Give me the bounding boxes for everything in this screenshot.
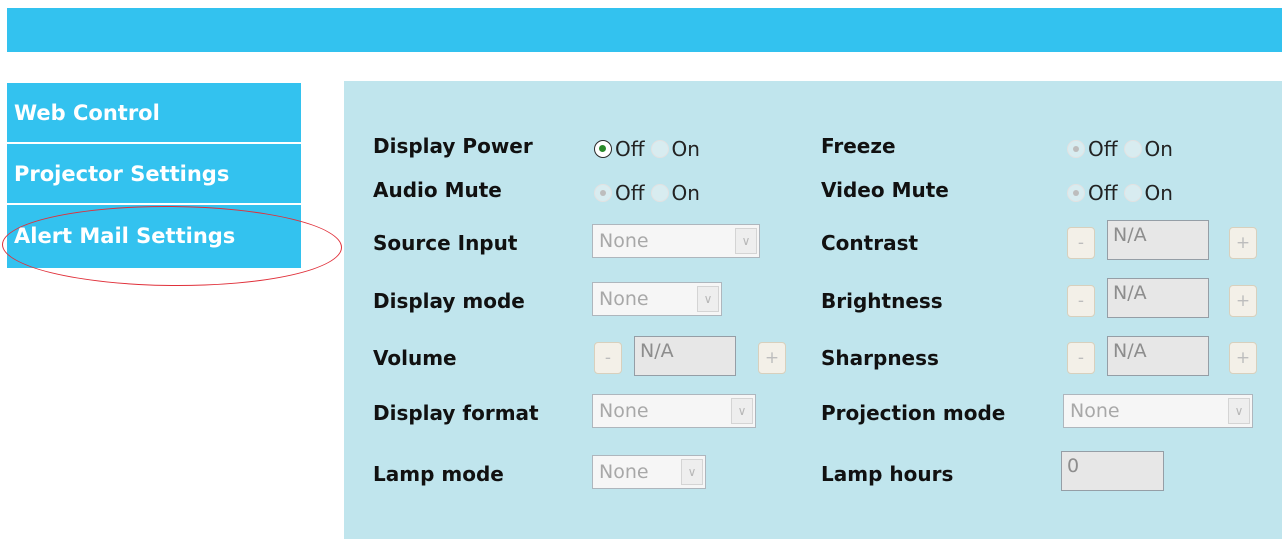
brightness-label: Brightness: [821, 289, 943, 313]
video-mute-on-label: On: [1144, 181, 1173, 205]
audio-mute-off-radio[interactable]: [594, 184, 612, 202]
projection-mode-label: Projection mode: [821, 401, 1006, 425]
display-mode-value: None: [599, 288, 649, 310]
source-input-value: None: [599, 230, 649, 252]
sidebar-item-projector-settings[interactable]: Projector Settings: [7, 144, 301, 205]
volume-label: Volume: [373, 346, 457, 370]
video-mute-off-label: Off: [1088, 181, 1118, 205]
contrast-decrease-button[interactable]: -: [1067, 227, 1095, 259]
contrast-increase-button[interactable]: +: [1229, 227, 1257, 259]
display-power-off-radio[interactable]: [594, 140, 612, 158]
source-input-select[interactable]: None ∨: [592, 224, 760, 258]
projection-mode-value: None: [1070, 400, 1120, 422]
display-power-label: Display Power: [373, 134, 533, 158]
source-input-label: Source Input: [373, 231, 518, 255]
display-format-value: None: [599, 400, 649, 422]
display-format-select[interactable]: None ∨: [592, 394, 756, 428]
sharpness-increase-button[interactable]: +: [1229, 342, 1257, 374]
brightness-decrease-button[interactable]: -: [1067, 285, 1095, 317]
video-mute-on-radio[interactable]: [1123, 184, 1142, 202]
audio-mute-radio-group: Off On: [594, 181, 706, 205]
audio-mute-on-radio[interactable]: [650, 184, 669, 202]
sharpness-label: Sharpness: [821, 346, 939, 370]
display-power-off-label: Off: [615, 137, 645, 161]
lamp-mode-value: None: [599, 461, 649, 483]
display-power-on-label: On: [671, 137, 700, 161]
volume-increase-button[interactable]: +: [758, 342, 786, 374]
volume-value-field[interactable]: N/A: [634, 336, 736, 376]
brightness-increase-button[interactable]: +: [1229, 285, 1257, 317]
lamp-mode-select[interactable]: None ∨: [592, 455, 706, 489]
chevron-down-icon: ∨: [681, 459, 703, 485]
volume-decrease-button[interactable]: -: [594, 342, 622, 374]
chevron-down-icon: ∨: [731, 398, 753, 424]
lamp-mode-label: Lamp mode: [373, 462, 504, 486]
sharpness-value-field[interactable]: N/A: [1107, 336, 1209, 376]
freeze-off-radio[interactable]: [1067, 140, 1085, 158]
sidebar-nav: Web Control Projector Settings Alert Mai…: [7, 83, 301, 268]
freeze-off-label: Off: [1088, 137, 1118, 161]
audio-mute-off-label: Off: [615, 181, 645, 205]
sidebar-item-alert-mail-settings[interactable]: Alert Mail Settings: [7, 205, 301, 268]
chevron-down-icon: ∨: [1228, 398, 1250, 424]
brightness-value-field[interactable]: N/A: [1107, 278, 1209, 318]
display-power-on-radio[interactable]: [650, 140, 669, 158]
contrast-label: Contrast: [821, 231, 919, 255]
sidebar-item-web-control[interactable]: Web Control: [7, 83, 301, 144]
display-mode-label: Display mode: [373, 289, 525, 313]
freeze-radio-group: Off On: [1067, 137, 1179, 161]
lamp-hours-field[interactable]: 0: [1061, 451, 1164, 491]
freeze-label: Freeze: [821, 134, 896, 158]
header-bar: [7, 8, 1282, 52]
video-mute-off-radio[interactable]: [1067, 184, 1085, 202]
display-mode-select[interactable]: None ∨: [592, 282, 722, 316]
chevron-down-icon: ∨: [735, 228, 757, 254]
contrast-value-field[interactable]: N/A: [1107, 220, 1209, 260]
sharpness-decrease-button[interactable]: -: [1067, 342, 1095, 374]
lamp-hours-label: Lamp hours: [821, 462, 954, 486]
display-format-label: Display format: [373, 401, 539, 425]
display-power-radio-group: Off On: [594, 137, 706, 161]
audio-mute-on-label: On: [671, 181, 700, 205]
video-mute-radio-group: Off On: [1067, 181, 1179, 205]
freeze-on-label: On: [1144, 137, 1173, 161]
audio-mute-label: Audio Mute: [373, 178, 502, 202]
video-mute-label: Video Mute: [821, 178, 949, 202]
projection-mode-select[interactable]: None ∨: [1063, 394, 1253, 428]
chevron-down-icon: ∨: [697, 286, 719, 312]
freeze-on-radio[interactable]: [1123, 140, 1142, 158]
control-panel: Display Power Off On Audio Mute Off On S…: [344, 81, 1282, 539]
